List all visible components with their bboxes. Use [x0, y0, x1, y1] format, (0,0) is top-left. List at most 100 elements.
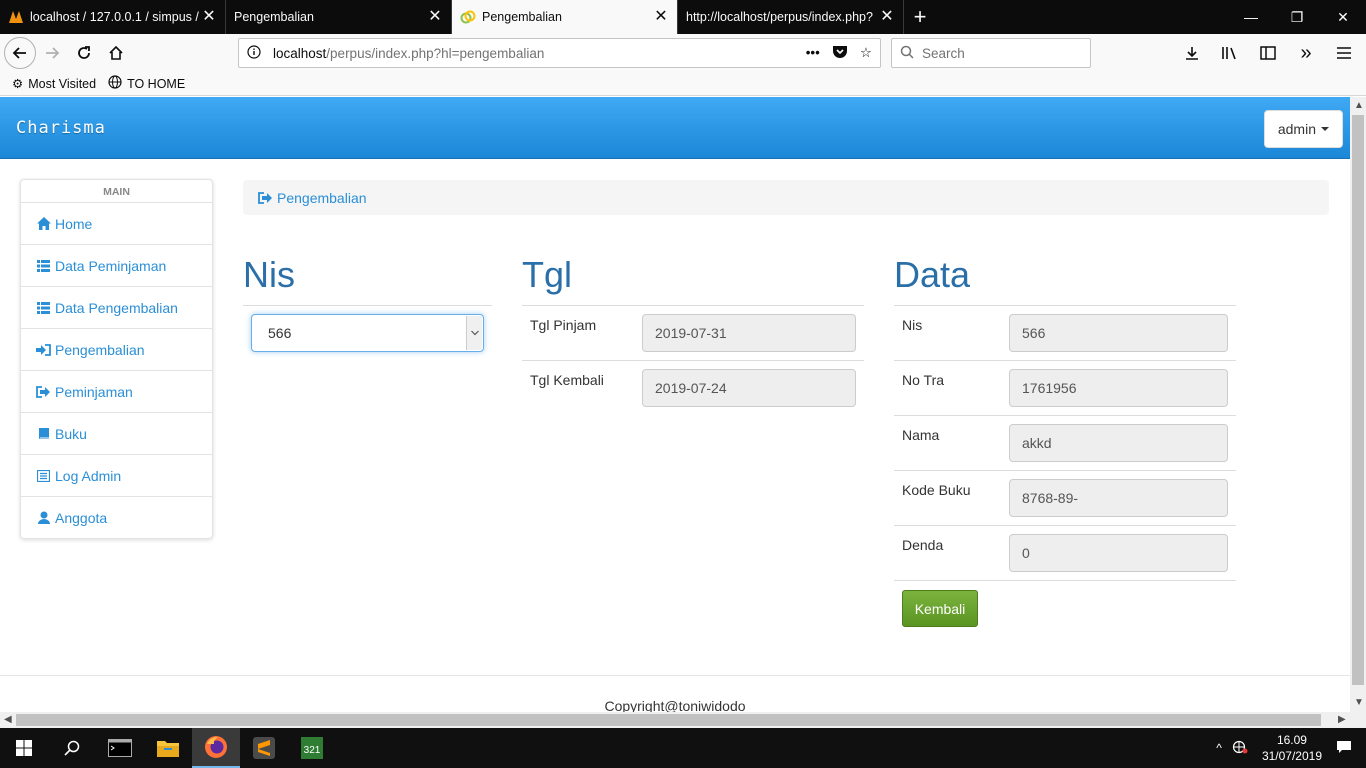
sidebar-item-buku[interactable]: Buku — [21, 412, 212, 454]
tray-expand-icon[interactable]: ^ — [1216, 741, 1222, 755]
close-icon[interactable]: ✕ — [879, 9, 895, 25]
browser-toolbar: localhost/perpus/index.php?hl=pengembali… — [0, 34, 1366, 72]
url-host: localhost — [273, 45, 327, 61]
media-app-icon[interactable]: 321 — [288, 728, 336, 768]
tab-title: localhost / 127.0.0.1 / simpus / — [30, 10, 199, 24]
overflow-chevron-icon[interactable]: » — [1290, 37, 1322, 69]
more-icon[interactable]: ••• — [806, 45, 820, 62]
sidebar-toggle-icon[interactable] — [1252, 37, 1284, 69]
download-icon[interactable] — [1176, 37, 1208, 69]
caret-down-icon — [1321, 127, 1329, 131]
divider — [894, 415, 1236, 416]
close-icon[interactable]: ✕ — [201, 9, 217, 25]
scroll-left-icon[interactable]: ◀ — [4, 714, 12, 725]
sidebar-item-label: Anggota — [55, 509, 108, 526]
sidebar-item-label: Buku — [55, 425, 87, 442]
divider — [894, 525, 1236, 526]
close-icon[interactable]: ✕ — [427, 9, 443, 25]
url-path: /perpus/index.php?hl=pengembalian — [326, 45, 545, 61]
book-icon — [36, 427, 51, 440]
info-icon[interactable] — [247, 44, 261, 62]
browser-tab-2[interactable]: Pengembalian ✕ — [226, 0, 452, 34]
sidebar-item-data-pengembalian[interactable]: Data Pengembalian — [21, 286, 212, 328]
network-icon[interactable] — [1232, 740, 1248, 757]
sign-out-icon — [36, 385, 51, 398]
kembali-button[interactable]: Kembali — [902, 590, 978, 627]
scrollbar-thumb[interactable] — [1352, 115, 1364, 685]
notification-icon[interactable] — [1336, 740, 1352, 757]
pocket-icon[interactable] — [832, 45, 848, 62]
close-window-icon[interactable]: ✕ — [1320, 0, 1366, 34]
sidebar-item-log-admin[interactable]: Log Admin — [21, 454, 212, 496]
sidebar-item-label: Log Admin — [55, 467, 122, 484]
search-icon[interactable] — [48, 728, 96, 768]
horizontal-scrollbar[interactable]: ◀ ▶ — [0, 712, 1366, 728]
globe-icon — [108, 75, 122, 92]
browser-tab-1[interactable]: localhost / 127.0.0.1 / simpus / ✕ — [0, 0, 226, 34]
bookmarks-toolbar: ⚙ Most Visited TO HOME — [0, 72, 1366, 96]
scroll-down-icon[interactable]: ▼ — [1354, 697, 1364, 708]
home-icon — [36, 217, 51, 230]
nama-field: akkd — [1009, 424, 1228, 462]
terminal-icon[interactable] — [96, 728, 144, 768]
denda-label: Denda — [902, 537, 944, 553]
scroll-up-icon[interactable]: ▲ — [1354, 100, 1364, 111]
bookmark-most-visited[interactable]: ⚙ Most Visited — [12, 76, 96, 92]
scroll-right-icon[interactable]: ▶ — [1338, 714, 1346, 725]
nis-label: Nis — [902, 317, 923, 333]
restore-icon[interactable]: ❐ — [1274, 0, 1320, 34]
home-icon[interactable] — [100, 37, 132, 69]
minimize-icon[interactable]: — — [1228, 0, 1274, 34]
sublime-text-icon[interactable] — [240, 728, 288, 768]
windows-taskbar: 321 ^ 16.09 31/07/2019 — [0, 728, 1366, 768]
new-tab-button[interactable]: + — [904, 0, 936, 34]
library-icon[interactable] — [1214, 37, 1246, 69]
breadcrumb-link[interactable]: Pengembalian — [277, 190, 367, 206]
sidebar-item-peminjaman[interactable]: Peminjaman — [21, 370, 212, 412]
tgl-heading: Tgl — [522, 254, 573, 295]
clock-date: 31/07/2019 — [1261, 749, 1322, 763]
star-icon[interactable]: ☆ — [860, 45, 872, 62]
back-arrow-icon[interactable] — [4, 37, 36, 69]
tgl-kembali-field: 2019-07-24 — [642, 369, 856, 407]
search-icon — [900, 45, 914, 62]
nis-select[interactable]: 566 — [251, 314, 484, 352]
nis-heading: Nis — [243, 254, 295, 295]
bookmark-to-home[interactable]: TO HOME — [108, 75, 185, 92]
loading-icon — [460, 9, 476, 25]
sidebar-item-data-peminjaman[interactable]: Data Peminjaman — [21, 244, 212, 286]
browser-tab-3[interactable]: Pengembalian ✕ — [452, 0, 678, 34]
clock-time: 16.09 — [1276, 733, 1307, 747]
taskbar-clock[interactable]: 16.09 31/07/2019 — [1262, 732, 1322, 764]
file-explorer-icon[interactable] — [144, 728, 192, 768]
tab-title: http://localhost/perpus/index.php? — [686, 10, 873, 24]
sidebar-item-anggota[interactable]: Anggota — [21, 496, 212, 538]
sidebar-item-label: Pengembalian — [55, 341, 145, 358]
sidebar-item-home[interactable]: Home — [21, 202, 212, 244]
user-menu-button[interactable]: admin — [1263, 110, 1343, 148]
tgl-pinjam-label: Tgl Pinjam — [530, 317, 597, 333]
scrollbar-thumb[interactable] — [16, 714, 1321, 726]
kode-buku-field: 8768-89- — [1009, 479, 1228, 517]
reload-icon[interactable] — [68, 37, 100, 69]
hamburger-menu-icon[interactable] — [1328, 37, 1360, 69]
breadcrumb: Pengembalian — [243, 180, 1329, 215]
brand-logo[interactable]: Charisma — [16, 118, 106, 138]
windows-start-icon[interactable] — [0, 728, 48, 768]
close-icon[interactable]: ✕ — [653, 9, 669, 25]
sidebar-item-pengembalian[interactable]: Pengembalian — [21, 328, 212, 370]
search-placeholder: Search — [922, 45, 965, 61]
forward-arrow-icon[interactable] — [36, 37, 68, 69]
list-alt-icon — [36, 469, 51, 482]
sidebar-item-label: Peminjaman — [55, 383, 133, 400]
firefox-icon[interactable] — [192, 728, 240, 768]
tab-title: Pengembalian — [482, 10, 562, 24]
browser-tab-4[interactable]: http://localhost/perpus/index.php? ✕ — [678, 0, 904, 34]
search-input[interactable]: Search — [891, 38, 1091, 68]
sidebar-item-label: Data Peminjaman — [55, 257, 167, 274]
list-icon — [36, 259, 51, 272]
divider — [522, 360, 864, 361]
url-bar[interactable]: localhost/perpus/index.php?hl=pengembali… — [238, 38, 881, 68]
divider — [894, 470, 1236, 471]
vertical-scrollbar[interactable]: ▲ ▼ — [1350, 97, 1366, 712]
